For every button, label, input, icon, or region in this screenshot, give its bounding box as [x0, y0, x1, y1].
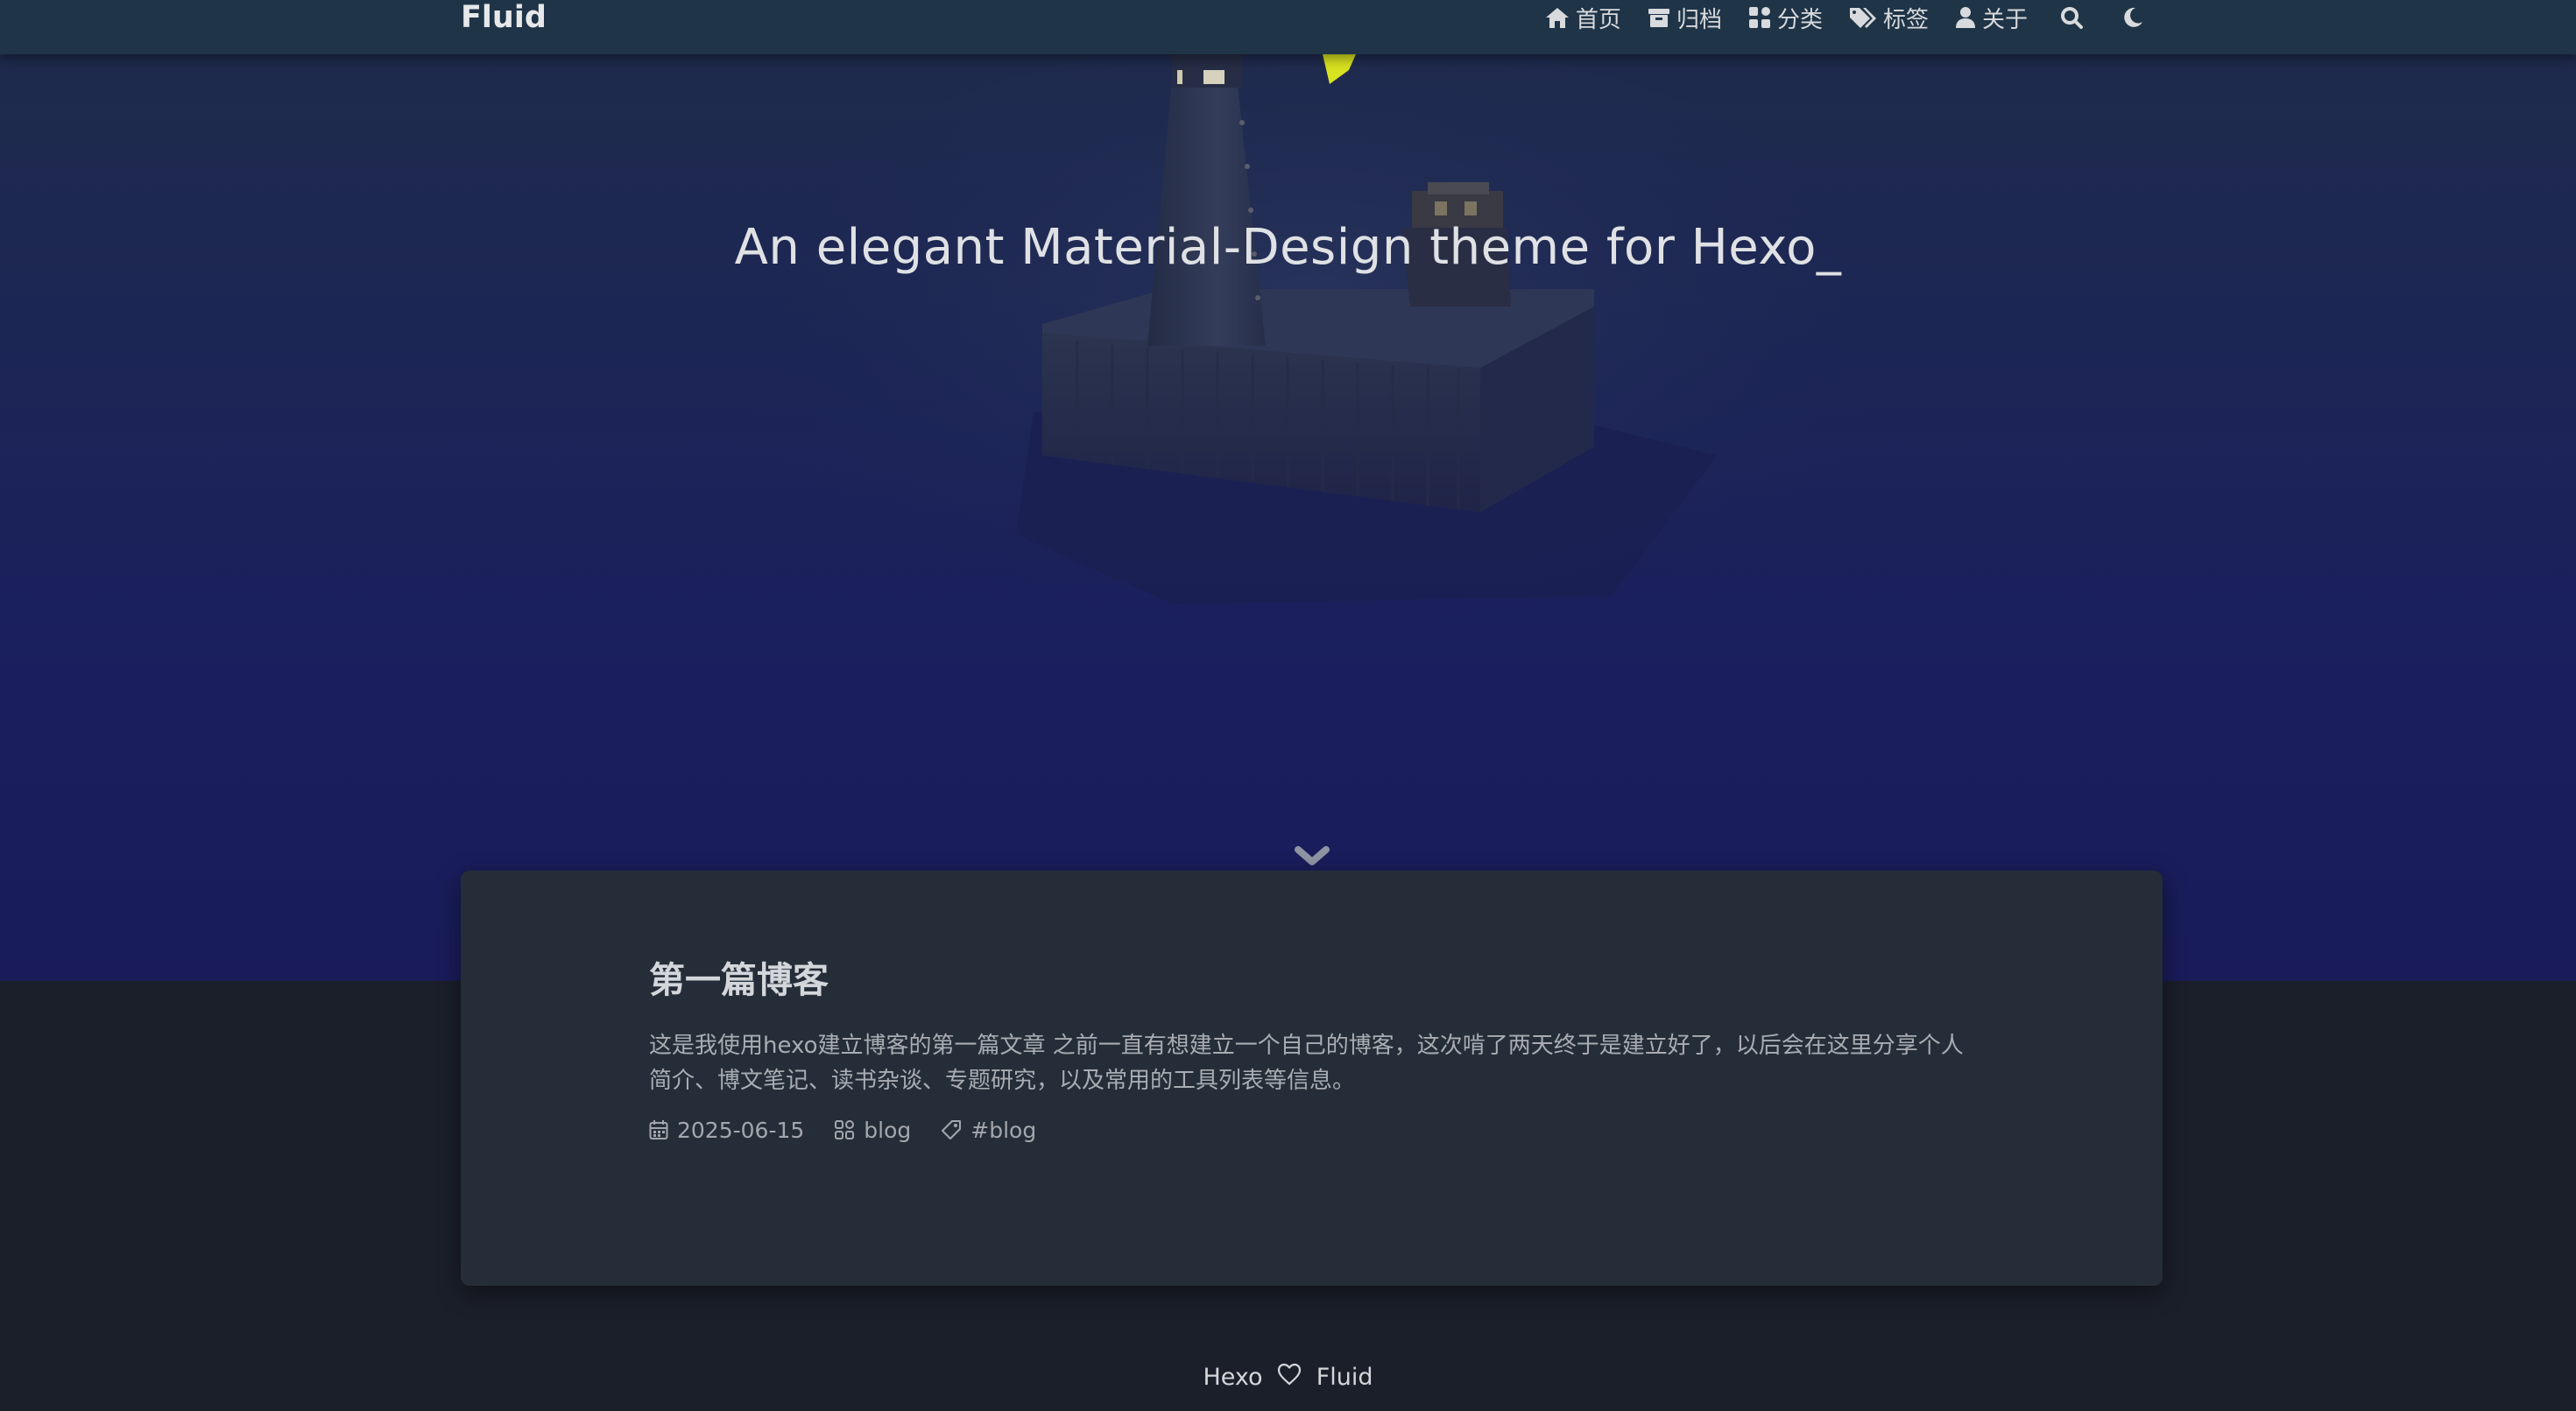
post-meta: 2025-06-15 blog #blog: [649, 1114, 1980, 1146]
nav-item-home[interactable]: 首页: [1545, 2, 1621, 34]
post-date: 2025-06-15: [649, 1118, 804, 1143]
search-icon: [2061, 7, 2083, 29]
nav-item-label: 关于: [1981, 6, 2028, 33]
nav-item-about[interactable]: 关于: [1955, 2, 2028, 34]
theme-toggle-button[interactable]: [2115, 0, 2150, 35]
chevron-down-icon: [1295, 846, 1330, 865]
nav-item-archive[interactable]: 归档: [1648, 2, 1722, 34]
archive-icon: [1648, 9, 1669, 27]
post-tag-text: #blog: [970, 1117, 1037, 1143]
moon-icon: [2124, 7, 2142, 27]
nav-menu: 首页 归档 分类 标签 关于: [1545, 0, 2150, 35]
nav-item-tags[interactable]: 标签: [1849, 2, 1929, 34]
nav-item-label: 分类: [1776, 6, 1823, 33]
scroll-down-button[interactable]: [1293, 843, 1331, 872]
heart-icon: [1277, 1363, 1302, 1392]
post-category-link[interactable]: blog: [834, 1118, 911, 1143]
site-brand[interactable]: Fluid: [461, 0, 547, 35]
post-list-card: 第一篇博客 这是我使用hexo建立博客的第一篇文章 之前一直有想建立一个自己的博…: [461, 871, 2163, 1286]
banner: An elegant Material-Design theme for Hex…: [0, 0, 2576, 981]
calendar-icon: [649, 1120, 668, 1139]
banner-scene-image: [701, 35, 1927, 701]
tags-icon: [1849, 8, 1876, 28]
post-excerpt[interactable]: 这是我使用hexo建立博客的第一篇文章 之前一直有想建立一个自己的博客，这次啃了…: [649, 1028, 1980, 1098]
nav-item-label: 首页: [1575, 6, 1621, 33]
nav-item-categories[interactable]: 分类: [1748, 2, 1823, 34]
footer: Hexo Fluid: [0, 1363, 2576, 1392]
search-button[interactable]: [2054, 0, 2089, 35]
user-icon: [1955, 7, 1975, 28]
post-title-link[interactable]: 第一篇博客: [649, 958, 1980, 1002]
nav-item-label: 归档: [1676, 6, 1722, 33]
post-tag-link[interactable]: #blog: [941, 1118, 1036, 1143]
home-icon: [1545, 8, 1569, 28]
post-item: 第一篇博客 这是我使用hexo建立博客的第一篇文章 之前一直有想建立一个自己的博…: [649, 958, 1980, 1146]
footer-hexo-link[interactable]: Hexo: [1203, 1364, 1262, 1391]
post-category-text: blog: [864, 1117, 912, 1143]
category-icon: [1748, 7, 1770, 28]
post-date-text: 2025-06-15: [677, 1117, 805, 1143]
tag-outline-icon: [942, 1120, 962, 1139]
category-outline-icon: [835, 1120, 855, 1139]
navbar: Fluid 首页 归档 分类 标签 关于: [0, 0, 2576, 54]
footer-fluid-link[interactable]: Fluid: [1316, 1364, 1373, 1391]
banner-slogan: An elegant Material-Design theme for Hex…: [734, 219, 1842, 276]
nav-item-label: 标签: [1882, 6, 1929, 33]
